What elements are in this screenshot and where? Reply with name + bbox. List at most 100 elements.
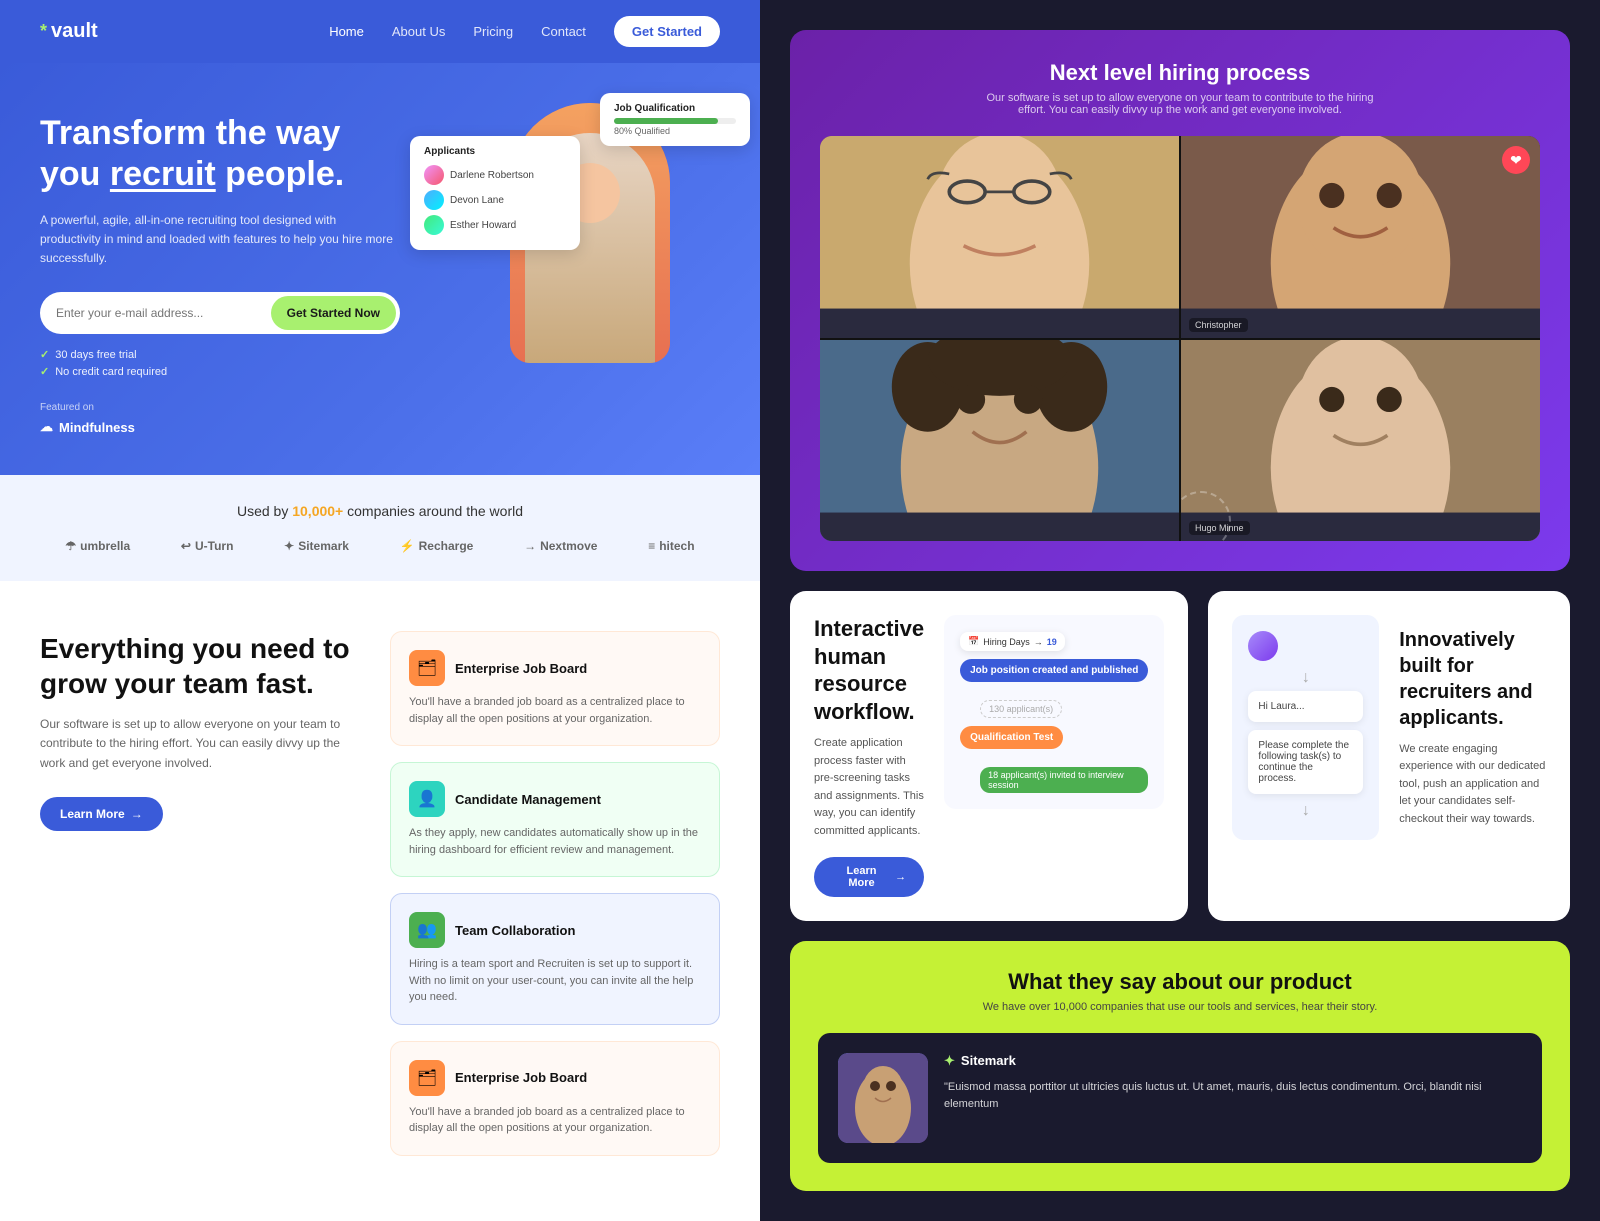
featured-label: Featured on bbox=[40, 402, 400, 413]
hero-check-card: ✓ No credit card required bbox=[40, 365, 400, 378]
video-section-title: Next level hiring process bbox=[820, 60, 1540, 86]
featured-on: Featured on ☁ Mindfulness bbox=[40, 402, 400, 435]
hero-cta-button[interactable]: Get Started Now bbox=[271, 296, 396, 330]
feature-title-candidate: Candidate Management bbox=[455, 792, 601, 807]
recharge-icon: ⚡ bbox=[400, 539, 415, 553]
applicant-name-3: Esther Howard bbox=[450, 220, 516, 231]
logo-text: vault bbox=[51, 20, 98, 43]
feature-card-header-1: 🗂 Enterprise Job Board bbox=[409, 650, 701, 686]
feature-card-enterprise-2: 🗂 Enterprise Job Board You'll have a bra… bbox=[390, 1041, 720, 1156]
innovative-desc: We create engaging experience with our d… bbox=[1399, 741, 1546, 829]
feature-icon-team: 👥 bbox=[409, 912, 445, 948]
video-section: Next level hiring process Our software i… bbox=[790, 30, 1570, 571]
heart-badge: ❤ bbox=[1502, 146, 1530, 174]
feature-card-header-3: 👥 Team Collaboration bbox=[409, 912, 701, 948]
applicants-card: Applicants Darlene Robertson Devon Lane … bbox=[410, 136, 580, 250]
brands-section: Used by 10,000+ companies around the wor… bbox=[0, 475, 760, 581]
feature-title-team: Team Collaboration bbox=[455, 923, 575, 938]
hero-email-input[interactable] bbox=[56, 306, 271, 320]
nav-cta-button[interactable]: Get Started bbox=[614, 16, 720, 47]
brand-sitemark: ✦ Sitemark bbox=[284, 539, 349, 553]
testimonial-subtitle: We have over 10,000 companies that use o… bbox=[818, 1001, 1542, 1013]
workflow-arrow-icon: → bbox=[895, 871, 906, 883]
chat-arrow-down-1: ↓ bbox=[1248, 669, 1363, 687]
brand-recharge: ⚡ Recharge bbox=[400, 539, 474, 553]
hero-form: Get Started Now bbox=[40, 292, 400, 334]
applicant-avatar-3 bbox=[424, 215, 444, 235]
applicant-row-3: Esther Howard bbox=[424, 215, 566, 235]
brand-uturn: ↩ U-Turn bbox=[181, 539, 234, 553]
testimonial-title: What they say about our product bbox=[818, 969, 1542, 995]
video-grid: Christopher ❤ bbox=[820, 136, 1540, 541]
applicant-avatar-1 bbox=[424, 165, 444, 185]
applicant-row-1: Darlene Robertson bbox=[424, 165, 566, 185]
features-desc: Our software is set up to allow everyone… bbox=[40, 715, 360, 773]
workflow-section: Interactive human resource workflow. Cre… bbox=[814, 615, 1164, 897]
nav-home[interactable]: Home bbox=[329, 24, 364, 39]
check-icon-1: ✓ bbox=[40, 348, 49, 361]
video-cell-1 bbox=[820, 136, 1179, 338]
qual-bar bbox=[614, 118, 718, 124]
feature-icon-enterprise: 🗂 bbox=[409, 650, 445, 686]
video-section-subtitle: Our software is set up to allow everyone… bbox=[980, 92, 1380, 116]
feature-card-header-4: 🗂 Enterprise Job Board bbox=[409, 1060, 701, 1096]
feature-icon-enterprise-2: 🗂 bbox=[409, 1060, 445, 1096]
hero-title: Transform the way you recruit people. bbox=[40, 113, 400, 195]
right-bottom-row: Interactive human resource workflow. Cre… bbox=[790, 591, 1570, 921]
feature-desc-team: Hiring is a team sport and Recruiten is … bbox=[409, 956, 701, 1006]
applicant-row-2: Devon Lane bbox=[424, 190, 566, 210]
qual-bar-bg bbox=[614, 118, 736, 124]
feature-card-enterprise: 🗂 Enterprise Job Board You'll have a bra… bbox=[390, 631, 720, 746]
applicant-name-2: Devon Lane bbox=[450, 195, 504, 206]
brands-row: ☂ umbrella ↩ U-Turn ✦ Sitemark ⚡ Recharg… bbox=[40, 539, 720, 553]
uturn-icon: ↩ bbox=[181, 539, 191, 553]
feature-desc-enterprise: You'll have a branded job board as a cen… bbox=[409, 694, 701, 727]
workflow-connector-1: 130 applicant(s) bbox=[960, 700, 1148, 718]
feature-title-enterprise-2: Enterprise Job Board bbox=[455, 1070, 587, 1085]
qualification-card: Job Qualification 80% Qualified bbox=[600, 93, 750, 146]
feature-icon-candidate: 👤 bbox=[409, 781, 445, 817]
feature-cards: 🗂 Enterprise Job Board You'll have a bra… bbox=[390, 631, 720, 1156]
logo: * vault bbox=[40, 20, 98, 43]
brand-hitech: ≡ hitech bbox=[648, 539, 694, 553]
testimonial-person-photo bbox=[838, 1053, 928, 1143]
navbar: * vault Home About Us Pricing Contact Ge… bbox=[0, 0, 760, 63]
nav-pricing[interactable]: Pricing bbox=[473, 24, 513, 39]
qual-card-title: Job Qualification bbox=[614, 103, 736, 114]
applicants-title: Applicants bbox=[424, 146, 566, 157]
workflow-learn-more-button[interactable]: Learn More → bbox=[814, 857, 924, 897]
chat-mockup: ↓ Hi Laura... Please complete the follow… bbox=[1232, 615, 1379, 840]
chat-avatar bbox=[1248, 631, 1278, 661]
video-cell-4: Hugo Minne bbox=[1181, 340, 1540, 542]
calendar-icon: 📅 bbox=[968, 636, 979, 647]
umbrella-icon: ☂ bbox=[65, 539, 76, 553]
hero-title-line2: you recruit people. bbox=[40, 155, 344, 193]
brands-title: Used by 10,000+ companies around the wor… bbox=[40, 503, 720, 519]
workflow-text: Interactive human resource workflow. Cre… bbox=[814, 615, 924, 897]
chat-arrow-down-2: ↓ bbox=[1248, 802, 1363, 820]
feature-card-team: 👥 Team Collaboration Hiring is a team sp… bbox=[390, 893, 720, 1025]
features-section: Everything you need to grow your team fa… bbox=[0, 581, 760, 1206]
nav-contact[interactable]: Contact bbox=[541, 24, 586, 39]
arrow-right-small: → bbox=[1034, 637, 1043, 647]
video-cell-2: Christopher ❤ bbox=[1181, 136, 1540, 338]
workflow-connector-2: 18 applicant(s) invited to interview ses… bbox=[960, 767, 1148, 793]
applicant-avatar-2 bbox=[424, 190, 444, 210]
testimonial-quote: "Euismod massa porttitor ut ultricies qu… bbox=[944, 1079, 1522, 1114]
arrow-right-icon: → bbox=[131, 807, 143, 821]
features-left: Everything you need to grow your team fa… bbox=[40, 631, 360, 1156]
nav-about[interactable]: About Us bbox=[392, 24, 445, 39]
hero-content: Transform the way you recruit people. A … bbox=[40, 113, 400, 435]
features-learn-more-button[interactable]: Learn More → bbox=[40, 797, 163, 831]
hero-illustration: Job Qualification 80% Qualified Applican… bbox=[410, 93, 750, 270]
brand-umbrella: ☂ umbrella bbox=[65, 539, 130, 553]
testimonial-content: ✦ Sitemark "Euismod massa porttitor ut u… bbox=[944, 1053, 1522, 1143]
video-cell-3 bbox=[820, 340, 1179, 542]
video-label-2: Christopher bbox=[1189, 318, 1248, 332]
hero-subtitle: A powerful, agile, all-in-one recruiting… bbox=[40, 211, 400, 269]
brands-count: 10,000+ bbox=[292, 503, 343, 519]
hero-check-trial: ✓ 30 days free trial bbox=[40, 348, 400, 361]
workflow-container: Interactive human resource workflow. Cre… bbox=[790, 591, 1188, 921]
chat-bubble-greeting: Hi Laura... bbox=[1248, 691, 1363, 722]
testimonial-brand: ✦ Sitemark bbox=[944, 1053, 1522, 1069]
